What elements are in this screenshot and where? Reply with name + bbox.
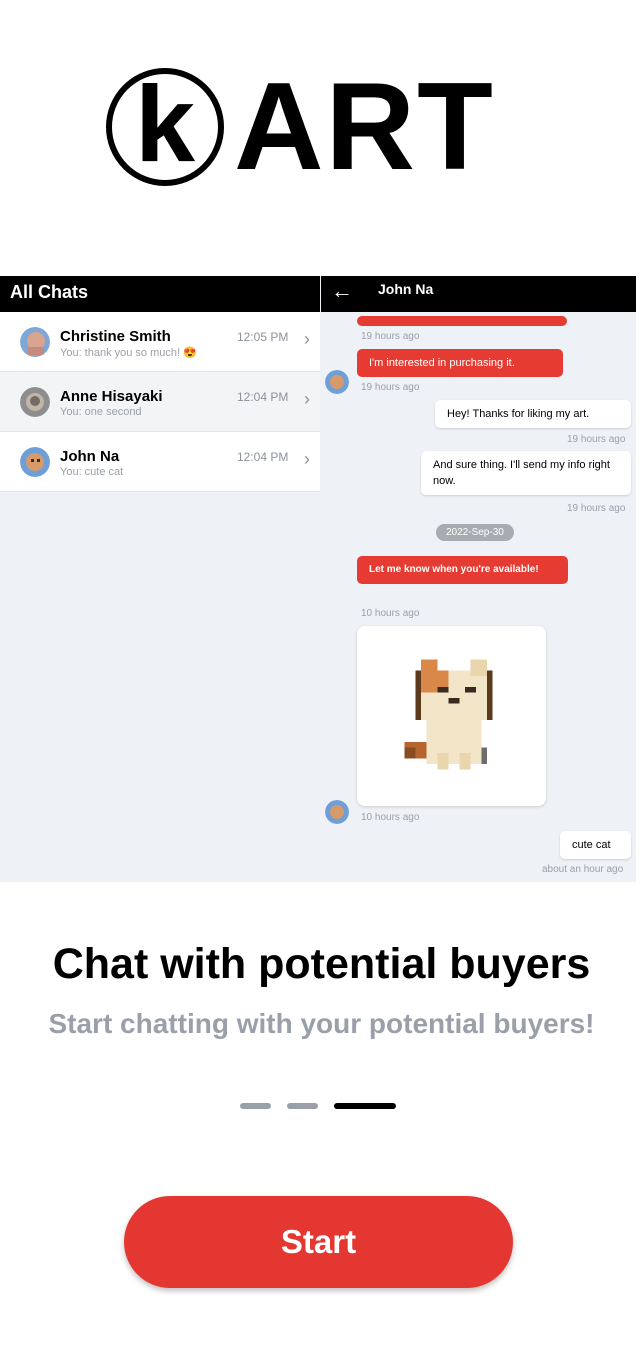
chevron-right-icon: › [304, 449, 310, 469]
chat-name: Christine Smith [60, 328, 171, 345]
conversation-title: John Na [378, 281, 434, 297]
logo-letter: k [134, 63, 196, 184]
chevron-right-icon: › [304, 389, 310, 409]
avatar [325, 370, 349, 394]
chat-time: 12:04 PM [237, 450, 289, 464]
pixel-cat-image [404, 659, 493, 770]
avatar [20, 447, 50, 477]
message-bubble: I'm interested in purchasing it. [357, 349, 563, 377]
avatar [20, 387, 50, 417]
arrow-left-icon[interactable]: ← [331, 278, 353, 304]
message-meta: 19 hours ago [361, 382, 420, 393]
kart-logo: k ART [106, 58, 506, 196]
logo-word: ART [234, 58, 495, 196]
message-bubble: Hey! Thanks for liking my art. [435, 400, 631, 428]
chat-row-christine[interactable]: Christine Smith You: thank you so much! … [0, 312, 320, 372]
chat-preview-text: You: one second [60, 406, 142, 418]
message-meta: 19 hours ago [361, 331, 420, 342]
message-meta: 10 hours ago [361, 812, 420, 823]
chat-preview-text: You: thank you so much! 😍 [60, 347, 197, 359]
logo-circle: k [106, 68, 224, 186]
message-bubble: Let me know when you're available! [357, 556, 568, 584]
image-message[interactable] [357, 626, 546, 806]
message-meta: about an hour ago [542, 864, 624, 875]
message-bubble: cute cat [560, 831, 631, 859]
message-meta: 10 hours ago [361, 608, 420, 619]
message-meta: 19 hours ago [567, 503, 626, 514]
start-button[interactable]: Start [124, 1196, 513, 1288]
avatar [20, 327, 50, 357]
onboarding-subtitle: Start chatting with your potential buyer… [48, 1008, 595, 1039]
chat-list-pane: All Chats Christine Smith You: thank you… [0, 276, 320, 882]
message-bubble: And sure thing. I'll send my info right … [421, 451, 631, 495]
page-indicator [240, 1103, 400, 1111]
date-divider: 2022-Sep-30 [436, 524, 514, 541]
chat-row-john[interactable]: John Na You: cute cat 12:04 PM › [0, 432, 320, 492]
avatar [325, 800, 349, 824]
chat-row-anne[interactable]: Anne Hisayaki You: one second 12:04 PM › [0, 372, 320, 432]
conversation-header: ← John Na [321, 276, 636, 312]
onboarding-headline: Chat with potential buyers [52, 940, 591, 988]
chat-list-header: All Chats [0, 276, 320, 312]
chevron-right-icon: › [304, 329, 310, 349]
chat-preview: All Chats Christine Smith You: thank you… [0, 276, 636, 882]
chat-time: 12:05 PM [237, 330, 289, 344]
page-dot[interactable] [287, 1103, 318, 1109]
chat-preview-text: You: cute cat [60, 466, 124, 478]
chat-name: Anne Hisayaki [60, 388, 163, 405]
conversation-pane: ← John Na 19 hours ago I'm interested in… [321, 276, 636, 882]
page-dot-active[interactable] [334, 1103, 396, 1109]
message-bubble [357, 316, 567, 326]
message-meta: 19 hours ago [567, 434, 626, 445]
chat-time: 12:04 PM [237, 390, 289, 404]
page-dot[interactable] [240, 1103, 271, 1109]
chat-name: John Na [60, 448, 120, 465]
